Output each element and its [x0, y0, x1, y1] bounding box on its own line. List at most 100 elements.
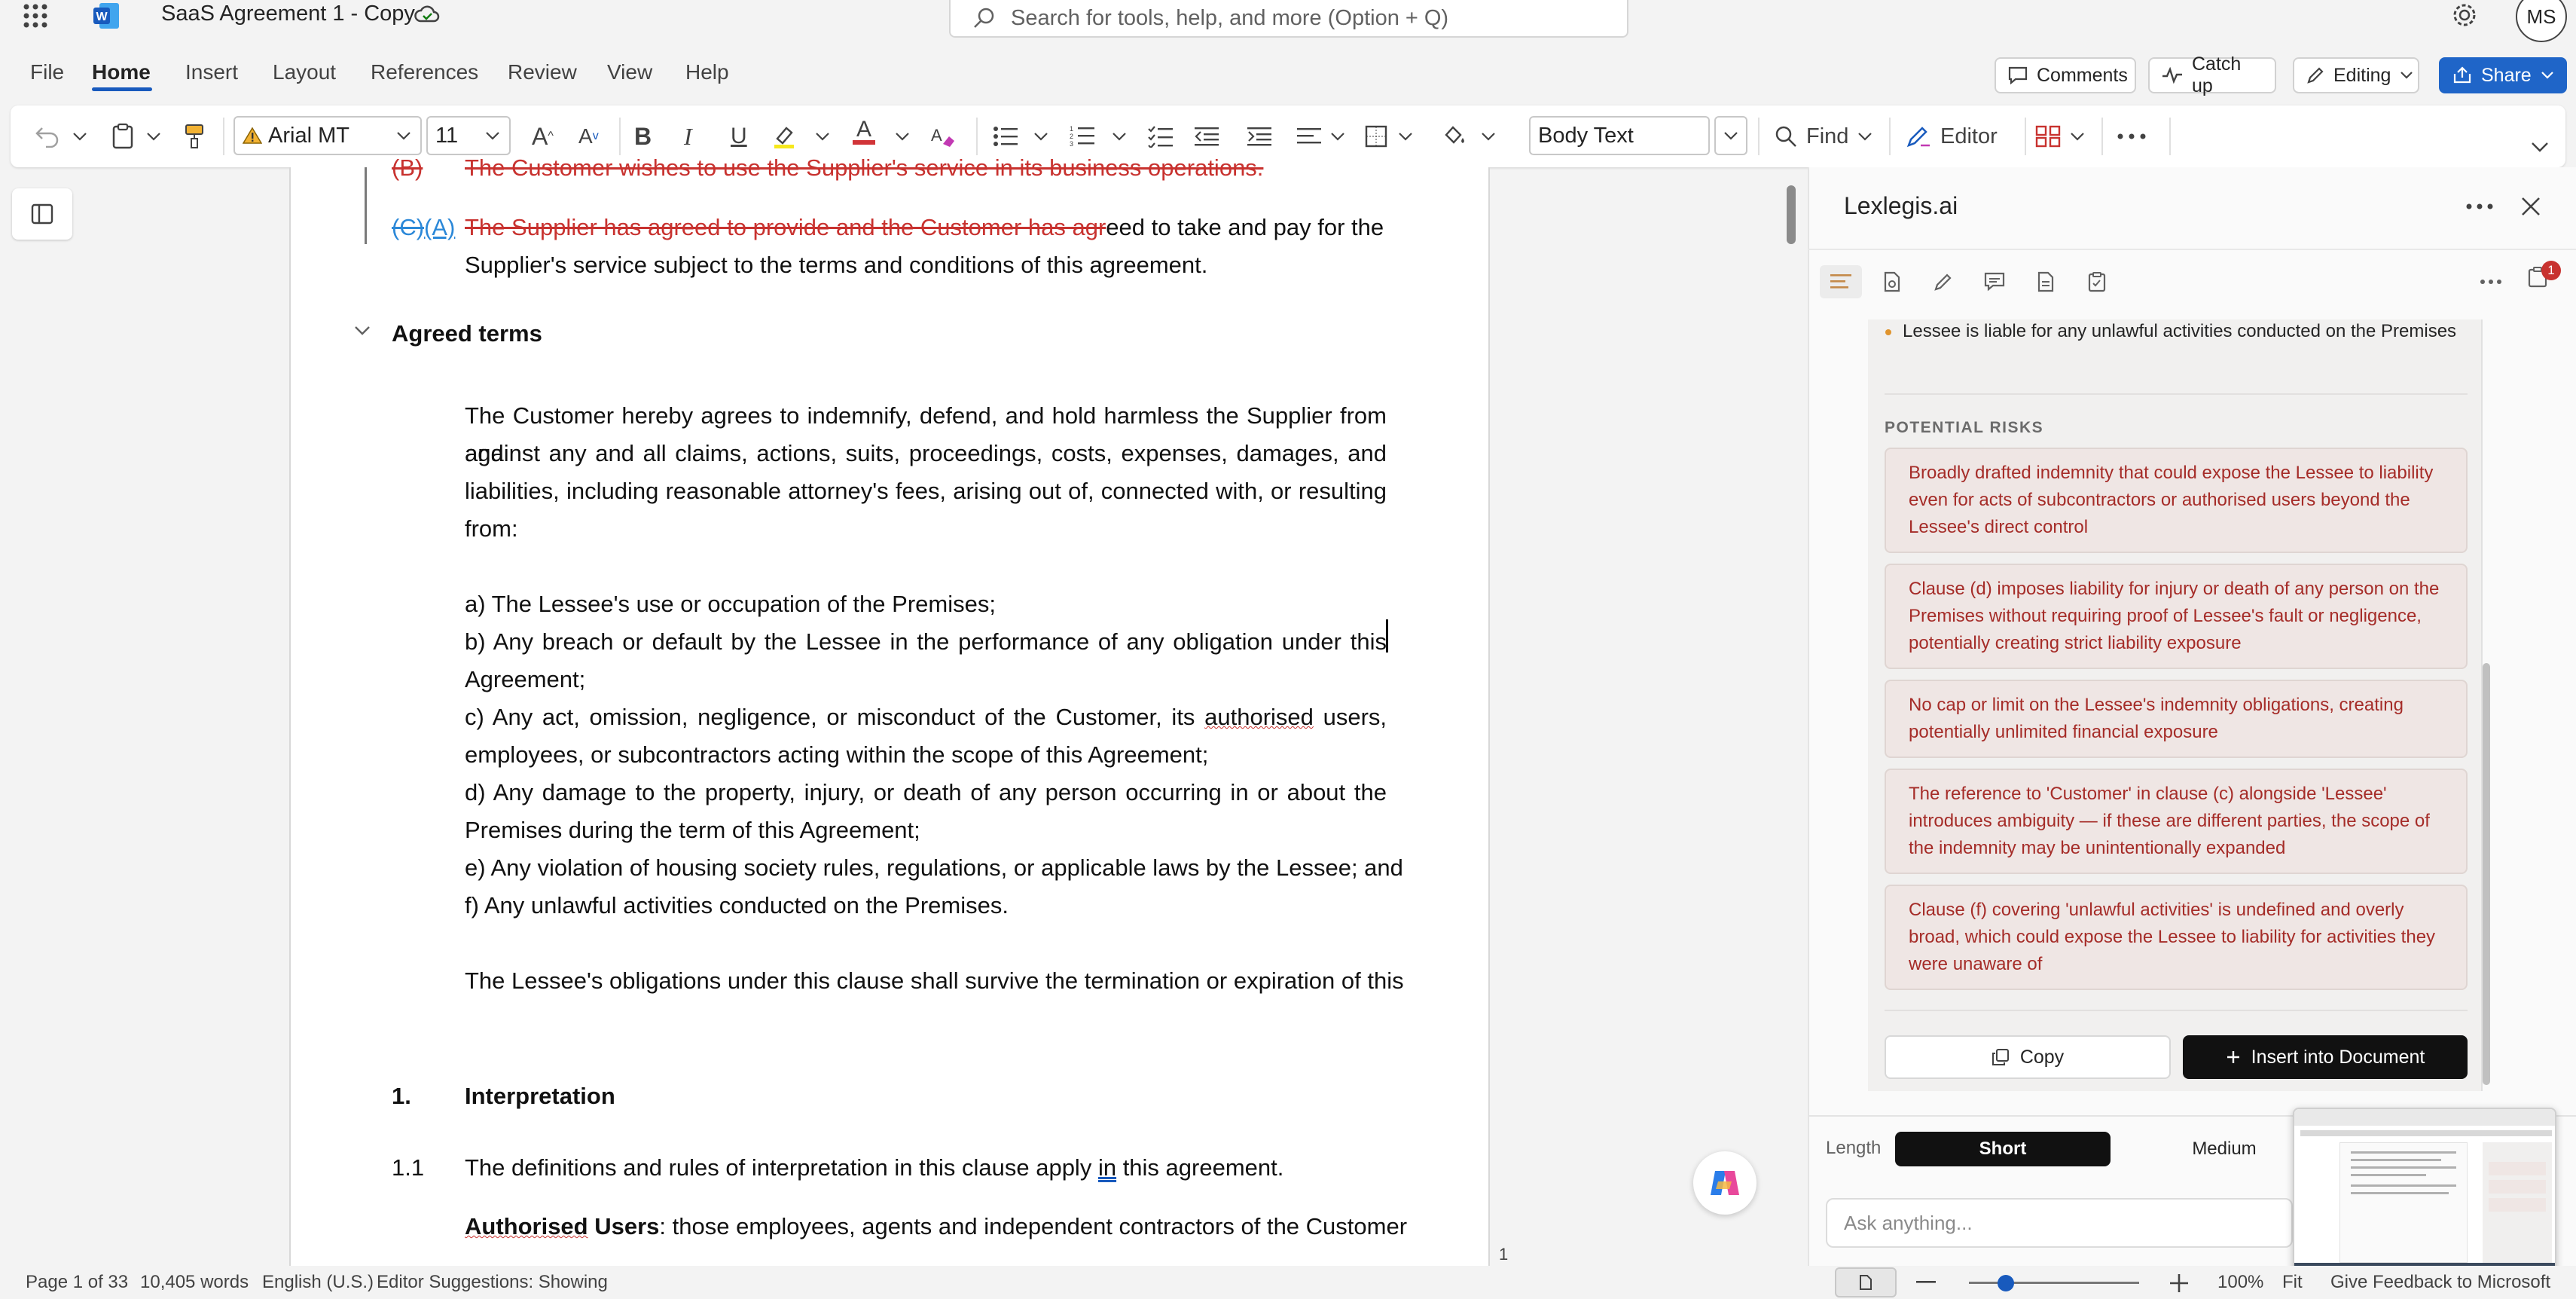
add-ins-icon[interactable]: [2035, 119, 2061, 154]
style-combobox[interactable]: Body Text: [1529, 116, 1710, 155]
catch-up-button[interactable]: Catch up: [2148, 53, 2276, 96]
clause-1-1-number[interactable]: 1.1: [392, 1149, 424, 1187]
agreed-terms-heading[interactable]: Agreed terms: [392, 320, 542, 347]
indemnity-line-4[interactable]: from:: [465, 510, 518, 548]
length-short-option[interactable]: Short: [1895, 1132, 2111, 1166]
borders-chevron-icon[interactable]: [1398, 119, 1413, 154]
settings-gear-icon[interactable]: [2451, 2, 2478, 29]
language-status[interactable]: English (U.S.): [262, 1272, 374, 1293]
menu-view[interactable]: View: [607, 60, 652, 84]
document-scrollbar-thumb[interactable]: [1787, 185, 1796, 244]
recital-c-line2[interactable]: Supplier's service subject to the terms …: [465, 252, 1207, 278]
zoom-slider-track[interactable]: [1969, 1282, 2139, 1284]
collapse-heading-chevron-icon[interactable]: [354, 326, 371, 336]
more-options-icon[interactable]: [2117, 119, 2147, 154]
recital-c-text[interactable]: eed to take and pay for the: [1106, 214, 1384, 240]
cloud-saved-icon[interactable]: [414, 3, 440, 26]
item-b-line1[interactable]: b) Any breach or default by the Lessee i…: [465, 623, 1387, 661]
user-avatar[interactable]: MS: [2516, 0, 2567, 42]
risk-item[interactable]: The reference to 'Customer' in clause (c…: [1885, 769, 2468, 874]
comments-button[interactable]: Comments: [1995, 57, 2136, 93]
add-ins-chevron-icon[interactable]: [2070, 119, 2085, 154]
word-count[interactable]: 10,405 words: [140, 1272, 249, 1293]
document-tab-icon[interactable]: [2025, 265, 2067, 298]
risk-item[interactable]: Clause (f) covering 'unlawful activities…: [1885, 885, 2468, 990]
shading-chevron-icon[interactable]: [1481, 119, 1496, 154]
navigation-pane-button[interactable]: [12, 188, 72, 240]
align-icon[interactable]: [1297, 119, 1321, 154]
page-count[interactable]: Page 1 of 33: [26, 1272, 128, 1293]
notifications-button[interactable]: 1: [2528, 261, 2561, 298]
recital-b-text[interactable]: The Customer wishes to use the Supplier'…: [465, 154, 1263, 181]
align-chevron-icon[interactable]: [1330, 119, 1345, 154]
format-painter-icon[interactable]: [184, 119, 205, 154]
editor-suggestions-status[interactable]: Editor Suggestions: Showing: [377, 1272, 608, 1293]
paste-dropdown-chevron-icon[interactable]: [146, 119, 161, 154]
item-e[interactable]: e) Any violation of housing society rule…: [465, 849, 1403, 887]
item-a[interactable]: a) The Lessee's use or occupation of the…: [465, 585, 996, 623]
print-layout-view-button[interactable]: [1835, 1267, 1897, 1297]
zoom-level[interactable]: 100%: [2217, 1272, 2263, 1293]
app-launcher-icon[interactable]: [23, 3, 48, 29]
zoom-slider-thumb[interactable]: [1998, 1275, 2014, 1291]
chat-tab-icon[interactable]: [1973, 265, 2016, 298]
item-b-line2[interactable]: Agreement;: [465, 661, 585, 698]
feedback-link[interactable]: Give Feedback to Microsoft: [2330, 1272, 2550, 1293]
summary-tab-icon[interactable]: [1820, 265, 1862, 298]
panel-scrollbar-thumb[interactable]: [2483, 663, 2490, 1085]
ask-anything-input[interactable]: Ask anything...: [1826, 1198, 2293, 1248]
editor-button[interactable]: Editor: [1906, 119, 1998, 154]
item-d-line2[interactable]: Premises during the term of this Agreeme…: [465, 811, 920, 849]
zoom-in-icon[interactable]: [2169, 1273, 2189, 1293]
editing-mode-button[interactable]: Editing: [2293, 57, 2419, 93]
item-c-line2[interactable]: employees, or subcontractors acting with…: [465, 736, 1208, 774]
collapse-ribbon-chevron-icon[interactable]: [2531, 130, 2549, 164]
recital-c-number-inserted[interactable]: (A): [424, 214, 455, 240]
menu-home[interactable]: Home: [92, 60, 151, 84]
panel-more-options-icon[interactable]: [2466, 203, 2493, 209]
undo-icon[interactable]: [35, 119, 60, 154]
panel-close-icon[interactable]: [2520, 196, 2541, 217]
indemnity-line-2[interactable]: against any and all claims, actions, sui…: [465, 435, 1387, 472]
borders-icon[interactable]: [1365, 119, 1387, 154]
menu-review[interactable]: Review: [508, 60, 577, 84]
edit-tab-icon[interactable]: [1922, 265, 1964, 298]
survival-clause[interactable]: The Lessee's obligations under this clau…: [465, 962, 1404, 1000]
clipboard-check-tab-icon[interactable]: [2076, 265, 2118, 298]
item-f[interactable]: f) Any unlawful activities conducted on …: [465, 887, 1009, 925]
find-button[interactable]: Find: [1775, 119, 1872, 154]
risk-item[interactable]: No cap or limit on the Lessee's indemnit…: [1885, 680, 2468, 758]
screenshot-thumbnail[interactable]: [2293, 1108, 2556, 1278]
paste-clipboard-icon[interactable]: [111, 119, 134, 154]
zoom-out-icon[interactable]: [1916, 1281, 1936, 1284]
search-box[interactable]: Search for tools, help, and more (Option…: [949, 0, 1628, 38]
recital-c-number-deleted[interactable]: (C): [392, 214, 424, 240]
item-d-line1[interactable]: d) Any damage to the property, injury, o…: [465, 774, 1387, 811]
recital-c-deleted-text[interactable]: The Supplier has agreed to provide and t…: [465, 214, 1106, 240]
menu-insert[interactable]: Insert: [185, 60, 238, 84]
menu-layout[interactable]: Layout: [273, 60, 336, 84]
risk-item[interactable]: Broadly drafted indemnity that could exp…: [1885, 448, 2468, 553]
document-title[interactable]: SaaS Agreement 1 - Copy: [161, 2, 415, 26]
menu-file[interactable]: File: [30, 60, 64, 84]
authorised-users-definition[interactable]: Authorised Users: those employees, agent…: [465, 1208, 1407, 1246]
risk-item[interactable]: Clause (d) imposes liability for injury …: [1885, 564, 2468, 669]
clause-1-1-grammar-flag[interactable]: in: [1098, 1154, 1116, 1181]
item-c-misspelling[interactable]: authorised: [1204, 704, 1314, 730]
fit-button[interactable]: Fit: [2282, 1272, 2303, 1293]
document-search-tab-icon[interactable]: [1871, 265, 1913, 298]
indemnity-line-3[interactable]: liabilities, including reasonable attorn…: [465, 472, 1387, 510]
interpretation-number[interactable]: 1.: [392, 1077, 411, 1115]
recital-b-number[interactable]: (B): [392, 154, 423, 181]
menu-references[interactable]: References: [371, 60, 478, 84]
interpretation-heading[interactable]: Interpretation: [465, 1077, 615, 1115]
copy-button[interactable]: Copy: [1885, 1035, 2171, 1079]
copilot-button[interactable]: [1693, 1151, 1757, 1215]
authorised-word[interactable]: Authorised: [465, 1213, 588, 1239]
undo-dropdown-chevron-icon[interactable]: [72, 119, 87, 154]
item-c-line1[interactable]: c) Any act, omission, negligence, or mis…: [465, 698, 1387, 736]
shading-bucket-icon[interactable]: [1442, 119, 1467, 154]
panel-tabs-overflow-icon[interactable]: [2480, 279, 2502, 285]
styles-dropdown-button[interactable]: [1714, 116, 1747, 155]
clause-1-1-text[interactable]: The definitions and rules of interpretat…: [465, 1149, 1283, 1187]
